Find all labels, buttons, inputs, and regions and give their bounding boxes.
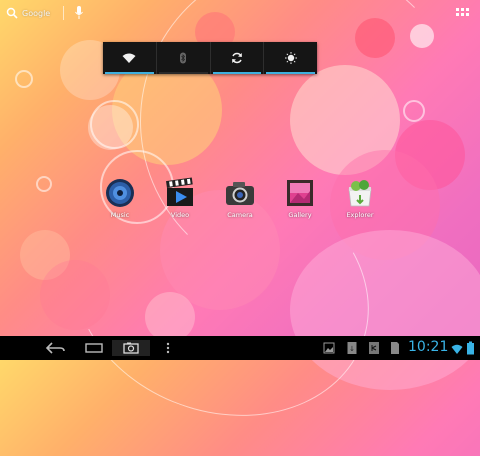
svg-text:↓: ↓ bbox=[349, 345, 355, 353]
app-label: Video bbox=[170, 211, 190, 219]
bluetooth-toggle[interactable] bbox=[157, 42, 211, 74]
sdcard-icon[interactable] bbox=[390, 341, 400, 355]
clock[interactable]: 10:21 bbox=[408, 339, 448, 355]
app-label: Music bbox=[110, 211, 130, 219]
brightness-icon bbox=[284, 52, 297, 64]
sync-icon bbox=[232, 52, 242, 64]
camera-icon bbox=[224, 177, 256, 209]
back-button[interactable] bbox=[40, 340, 70, 356]
bluetooth-status-bar bbox=[158, 72, 208, 74]
app-label: Gallery bbox=[288, 211, 312, 219]
wallpaper-ring bbox=[90, 100, 139, 149]
video-icon bbox=[164, 177, 196, 209]
search-icon bbox=[6, 7, 18, 19]
gallery-notification-icon[interactable] bbox=[323, 341, 335, 355]
home-button[interactable] bbox=[80, 340, 108, 356]
wifi-status-bar bbox=[105, 72, 154, 74]
app-video[interactable]: Video bbox=[158, 177, 202, 219]
battery-icon bbox=[467, 341, 474, 355]
app-music[interactable]: Music bbox=[98, 177, 142, 219]
wifi-signal-icon bbox=[451, 344, 463, 354]
sync-status-bar bbox=[212, 72, 262, 74]
menu-button[interactable] bbox=[160, 340, 176, 356]
usb-debug-icon[interactable] bbox=[368, 341, 380, 355]
back-icon bbox=[45, 342, 65, 354]
brightness-status-bar bbox=[266, 72, 315, 74]
wallpaper-ring bbox=[15, 70, 33, 88]
brightness-toggle[interactable] bbox=[264, 42, 317, 74]
search-divider bbox=[63, 6, 64, 20]
sync-toggle[interactable] bbox=[211, 42, 265, 74]
gallery-icon bbox=[284, 177, 316, 209]
wifi-icon bbox=[122, 53, 136, 63]
wifi-toggle[interactable] bbox=[103, 42, 157, 74]
explorer-icon bbox=[344, 177, 376, 209]
system-bar: ↓ 10:21 bbox=[0, 336, 480, 360]
menu-icon bbox=[166, 342, 170, 354]
download-notification-icon[interactable]: ↓ bbox=[347, 341, 357, 355]
app-explorer[interactable]: Explorer bbox=[338, 177, 382, 219]
recent-apps-button[interactable] bbox=[112, 340, 150, 356]
recent-apps-icon bbox=[123, 342, 139, 354]
power-control-widget bbox=[103, 42, 317, 74]
home-icon bbox=[85, 343, 103, 353]
music-icon bbox=[104, 177, 136, 209]
search-label: Google bbox=[22, 8, 51, 18]
app-camera[interactable]: Camera bbox=[218, 177, 262, 219]
voice-search-icon[interactable] bbox=[74, 5, 84, 21]
bluetooth-icon bbox=[180, 52, 187, 64]
google-search-bar[interactable]: Google bbox=[6, 5, 50, 21]
app-gallery[interactable]: Gallery bbox=[278, 177, 322, 219]
app-label: Explorer bbox=[346, 211, 374, 219]
app-label: Camera bbox=[227, 211, 253, 219]
all-apps-icon[interactable] bbox=[456, 8, 470, 20]
app-shortcuts: Music Video Camera Gallery Explorer bbox=[0, 177, 480, 227]
